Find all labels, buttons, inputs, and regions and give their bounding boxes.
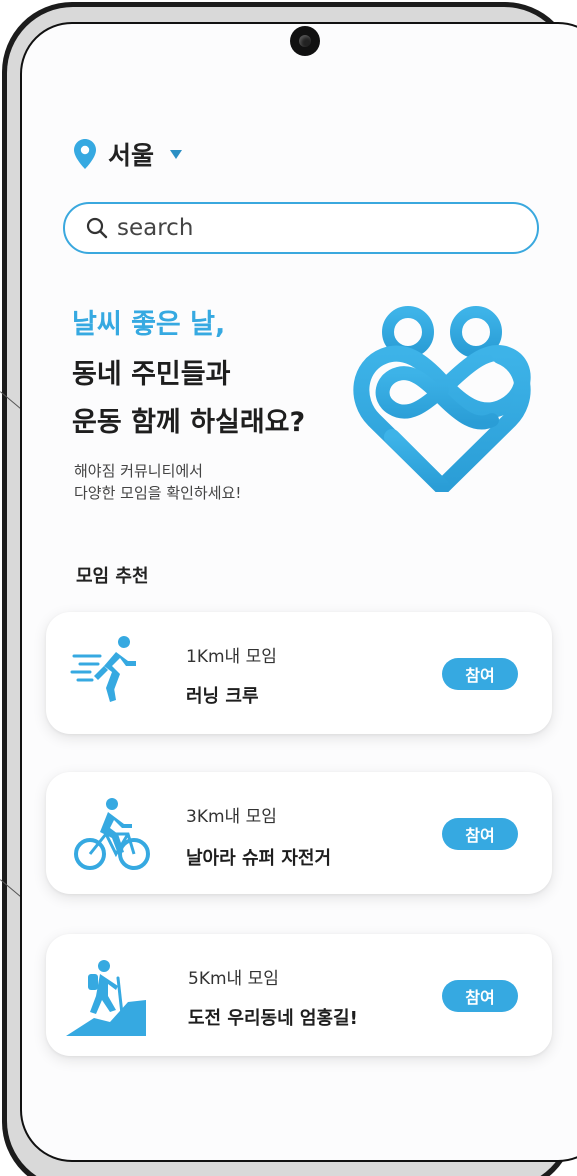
- join-button[interactable]: 참여: [442, 658, 518, 690]
- meetup-name: 도전 우리동네 엄홍길!: [188, 1008, 358, 1029]
- runner-icon: [70, 636, 136, 702]
- hero-title-line1: 날씨 좋은 날,: [72, 309, 226, 340]
- location-selector[interactable]: 서울: [74, 136, 183, 172]
- hero-subtitle-line2: 다양한 모임을 확인하세요!: [74, 484, 242, 502]
- front-camera: [290, 26, 320, 56]
- meetup-distance: 5Km내 모임: [188, 969, 279, 989]
- location-label: 서울: [108, 141, 155, 170]
- meetup-card[interactable]: 1Km내 모임 러닝 크루 참여: [46, 612, 552, 734]
- hero-subtitle-line1: 해야짐 커뮤니티에서: [74, 462, 203, 480]
- join-button[interactable]: 참여: [442, 980, 518, 1012]
- hiker-icon: [66, 960, 146, 1036]
- infinity-heart-logo: [353, 306, 531, 492]
- meetup-name: 러닝 크루: [186, 686, 259, 707]
- meetup-name: 날아라 슈퍼 자전거: [186, 848, 332, 869]
- search-input[interactable]: search: [63, 202, 539, 254]
- search-icon: [86, 217, 108, 239]
- location-pin-icon: [74, 139, 96, 169]
- meetup-distance: 1Km내 모임: [186, 647, 277, 667]
- section-title: 모임 추천: [76, 566, 149, 587]
- app-screenshot: 서울 search 날씨 좋은 날, 동네 주민들과 운동 함께 하실래요? 해…: [0, 0, 577, 1176]
- hero-title-line3: 운동 함께 하실래요?: [72, 407, 306, 438]
- hero-title-line2: 동네 주민들과: [72, 359, 231, 390]
- cyclist-icon: [74, 798, 150, 870]
- caret-down-icon: [170, 149, 183, 159]
- search-placeholder: search: [117, 215, 194, 241]
- meetup-distance: 3Km내 모임: [186, 807, 277, 827]
- meetup-card[interactable]: 5Km내 모임 도전 우리동네 엄홍길! 참여: [46, 934, 552, 1056]
- join-button[interactable]: 참여: [442, 818, 518, 850]
- meetup-card[interactable]: 3Km내 모임 날아라 슈퍼 자전거 참여: [46, 772, 552, 894]
